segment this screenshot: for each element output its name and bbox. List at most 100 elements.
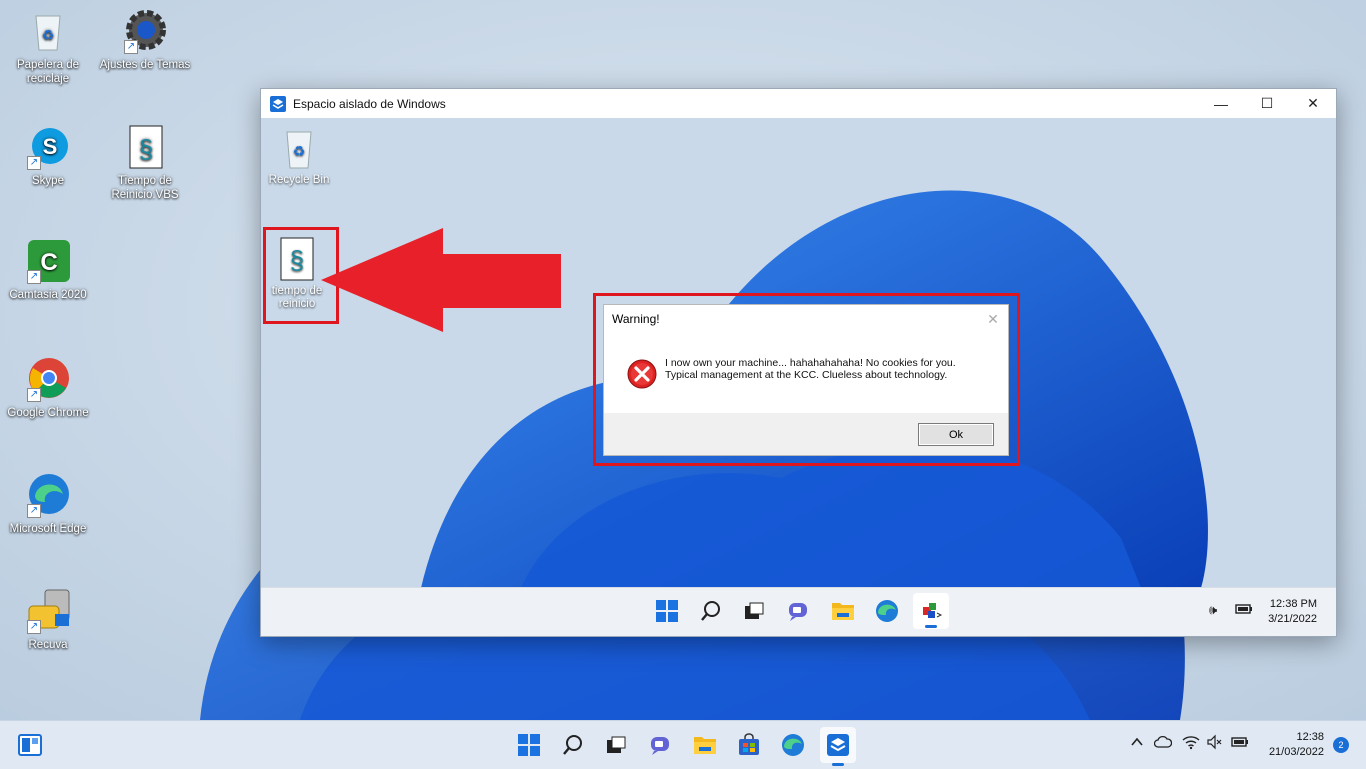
shortcut-arrow-icon: ↗ bbox=[27, 620, 41, 634]
desktop-icon-vbs-script[interactable]: § Tiempo de Reinicio.VBS bbox=[97, 124, 193, 202]
sandbox-titlebar[interactable]: Espacio aislado de Windows — ☐ ✕ bbox=[261, 89, 1336, 118]
task-view-icon bbox=[745, 602, 764, 619]
red-arrow-annotation bbox=[321, 228, 561, 332]
search-button[interactable] bbox=[555, 727, 591, 763]
ok-button[interactable]: Ok bbox=[918, 423, 994, 446]
notification-badge[interactable]: 2 bbox=[1333, 737, 1349, 753]
desktop-icon-label: Camtasia 2020 bbox=[9, 289, 87, 301]
warning-dialog[interactable]: Warning! ✕ I now own your machine... hah… bbox=[603, 304, 1009, 456]
taskbar-clock-time: 12:38 bbox=[1296, 731, 1324, 743]
svg-text:♻: ♻ bbox=[293, 143, 306, 159]
maximize-button[interactable]: ☐ bbox=[1244, 89, 1290, 118]
desktop-icon-label: Tiempo de Reinicio.VBS bbox=[111, 175, 179, 201]
task-view-icon bbox=[607, 736, 626, 753]
taskbar-clock-date: 21/03/2022 bbox=[1268, 746, 1324, 758]
windows-logo-icon bbox=[656, 600, 678, 622]
show-hidden-icons-button[interactable] bbox=[1130, 735, 1144, 752]
store-button[interactable] bbox=[731, 727, 767, 763]
recycle-bin-icon: ♻ bbox=[25, 8, 71, 54]
dialog-message: I now own your machine... hahahahahaha! … bbox=[665, 357, 956, 381]
sandbox-chat-button[interactable] bbox=[780, 593, 816, 629]
wifi-button[interactable] bbox=[1182, 734, 1200, 753]
sandbox-logo-icon bbox=[270, 95, 286, 112]
sandbox-clock-time: 12:38 PM bbox=[1269, 598, 1317, 610]
active-app-indicator bbox=[925, 625, 937, 628]
sandbox-search-button[interactable] bbox=[693, 593, 729, 629]
file-explorer-button[interactable] bbox=[687, 727, 723, 763]
desktop-icon-label: Recuva bbox=[28, 639, 68, 651]
sandbox-window-title: Espacio aislado de Windows bbox=[293, 96, 446, 111]
onedrive-button[interactable] bbox=[1153, 735, 1173, 752]
sandbox-file-explorer-button[interactable] bbox=[825, 593, 861, 629]
sandbox-edge-button[interactable] bbox=[869, 593, 905, 629]
dialog-close-button[interactable]: ✕ bbox=[978, 311, 1008, 328]
desktop-icon-camtasia[interactable]: C ↗ Camtasia 2020 bbox=[0, 238, 96, 302]
svg-text:C: C bbox=[40, 249, 57, 276]
recuva-icon: ↗ bbox=[25, 588, 71, 634]
dialog-footer: Ok bbox=[604, 413, 1008, 455]
skype-icon: S ↗ bbox=[25, 124, 71, 170]
chevron-up-icon bbox=[1131, 737, 1143, 746]
sandbox-volume-icon[interactable]: 🕪 bbox=[1209, 602, 1217, 618]
sandbox-logo-icon bbox=[827, 734, 849, 756]
chat-button[interactable] bbox=[642, 727, 678, 763]
chrome-icon: ↗ bbox=[25, 356, 71, 402]
edge-icon bbox=[782, 734, 804, 756]
sandbox-icon-recycle-bin[interactable]: ♻ Recycle Bin bbox=[261, 126, 339, 187]
desktop-icon-label: Google Chrome bbox=[7, 407, 89, 419]
search-icon bbox=[701, 601, 720, 621]
sandbox-script-host-button[interactable] bbox=[913, 593, 949, 629]
edge-icon: ↗ bbox=[25, 472, 71, 518]
volume-muted-icon bbox=[1207, 734, 1222, 750]
close-button[interactable]: ✕ bbox=[1290, 89, 1336, 118]
battery-icon bbox=[1231, 737, 1248, 747]
dialog-titlebar[interactable]: Warning! ✕ bbox=[604, 305, 1008, 333]
sandbox-clock-date: 3/21/2022 bbox=[1268, 613, 1317, 625]
svg-text:♻: ♻ bbox=[42, 27, 55, 43]
desktop-icon-recuva[interactable]: ↗ Recuva bbox=[0, 588, 96, 652]
desktop-icon-recycle-bin[interactable]: ♻ Papelera de reciclaje bbox=[0, 8, 96, 86]
desktop-icon-label: Papelera de reciclaje bbox=[16, 59, 80, 85]
sandbox-start-button[interactable] bbox=[649, 593, 685, 629]
taskbar: 12:38 21/03/2022 2 bbox=[0, 720, 1366, 769]
widgets-button[interactable] bbox=[12, 727, 48, 763]
shortcut-arrow-icon: ↗ bbox=[124, 40, 138, 54]
error-icon bbox=[627, 359, 657, 389]
desktop-icon-theme-settings[interactable]: ↗ Ajustes de Temas bbox=[97, 8, 193, 72]
sandbox-task-view-button[interactable] bbox=[736, 593, 772, 629]
folder-icon bbox=[832, 603, 854, 620]
battery-icon bbox=[1235, 604, 1252, 614]
script-host-icon bbox=[923, 603, 943, 618]
script-file-icon: § bbox=[122, 124, 168, 170]
svg-text:§: § bbox=[139, 134, 153, 164]
widgets-icon bbox=[18, 734, 42, 756]
desktop-icon-edge[interactable]: ↗ Microsoft Edge bbox=[0, 472, 96, 536]
sandbox-taskbar: 🕪 12:38 PM 3/21/2022 bbox=[261, 587, 1336, 636]
start-button[interactable] bbox=[511, 727, 547, 763]
shortcut-arrow-icon: ↗ bbox=[27, 504, 41, 518]
sandbox-battery-icon[interactable] bbox=[1235, 602, 1253, 619]
recycle-bin-icon: ♻ bbox=[286, 131, 312, 169]
desktop-icon-label: Skype bbox=[32, 175, 64, 187]
dialog-title: Warning! bbox=[612, 312, 660, 326]
dialog-body: I now own your machine... hahahahahaha! … bbox=[604, 333, 1008, 413]
desktop-icon-skype[interactable]: S ↗ Skype bbox=[0, 124, 96, 188]
desktop-icon-label: Ajustes de Temas bbox=[99, 59, 191, 71]
edge-icon bbox=[876, 600, 898, 622]
camtasia-icon: C ↗ bbox=[25, 238, 71, 284]
sandbox-clock[interactable]: 12:38 PM 3/21/2022 bbox=[1268, 597, 1317, 627]
task-view-button[interactable] bbox=[598, 727, 634, 763]
gear-icon: ↗ bbox=[122, 8, 168, 54]
desktop-icon-chrome[interactable]: ↗ Google Chrome bbox=[0, 356, 96, 420]
shortcut-arrow-icon: ↗ bbox=[27, 270, 41, 284]
store-icon bbox=[739, 733, 759, 755]
folder-icon bbox=[694, 737, 716, 754]
edge-button[interactable] bbox=[775, 727, 811, 763]
volume-button[interactable] bbox=[1207, 734, 1223, 753]
battery-button[interactable] bbox=[1231, 735, 1249, 752]
taskbar-clock[interactable]: 12:38 21/03/2022 bbox=[1269, 730, 1324, 760]
sandbox-taskbar-button[interactable] bbox=[820, 727, 856, 766]
minimize-button[interactable]: — bbox=[1198, 89, 1244, 118]
shortcut-arrow-icon: ↗ bbox=[27, 388, 41, 402]
windows-logo-icon bbox=[518, 734, 540, 756]
